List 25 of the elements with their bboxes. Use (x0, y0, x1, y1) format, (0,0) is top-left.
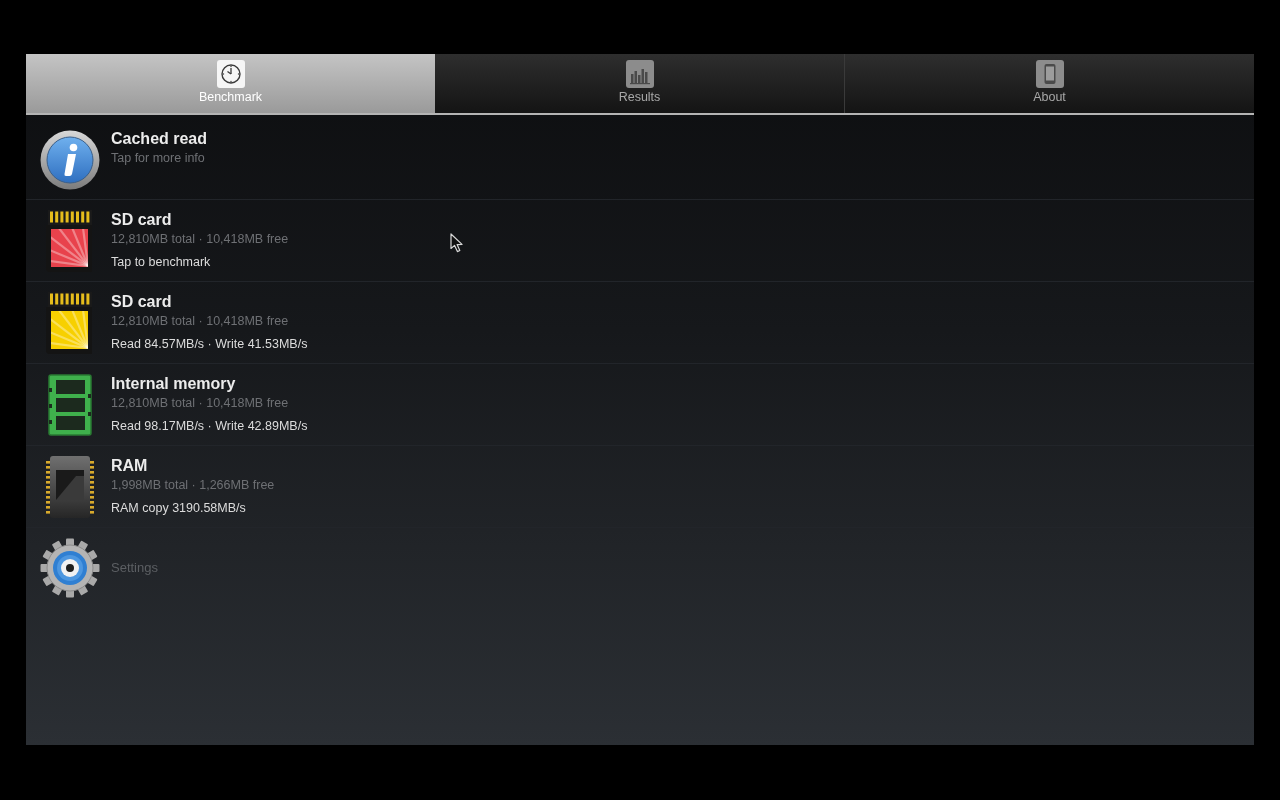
item-subtitle: Tap for more info (111, 150, 205, 167)
bar-chart-icon (625, 60, 654, 88)
item-title: RAM (111, 456, 148, 476)
phone-icon (1035, 60, 1064, 88)
item-title: Internal memory (111, 374, 236, 394)
memory-module-icon (48, 374, 92, 436)
item-status: Read 98.17MB/s · Write 42.89MB/s (111, 418, 308, 435)
item-title: SD card (111, 292, 172, 312)
gear-icon (40, 538, 100, 598)
tab[interactable]: About (844, 54, 1254, 113)
info-icon (40, 130, 100, 190)
item-status: Read 84.57MB/s · Write 41.53MB/s (111, 336, 308, 353)
item-subtitle: 12,810MB total · 10,418MB free (111, 395, 289, 412)
item-subtitle: 12,810MB total · 10,418MB free (111, 313, 289, 330)
item-title: Cached read (111, 129, 208, 149)
tab[interactable]: Results (435, 54, 844, 113)
chip-icon (46, 456, 94, 518)
mouse-pointer-icon (450, 233, 464, 253)
item-subtitle: 12,810MB total · 10,418MB free (111, 231, 289, 248)
item-status: RAM copy 3190.58MB/s (111, 500, 246, 517)
item-status: Tap to benchmark (111, 254, 211, 271)
item-title: SD card (111, 210, 172, 230)
item-subtitle: 1,998MB total · 1,266MB free (111, 477, 275, 494)
item-title: Settings (111, 559, 158, 577)
clock-icon (216, 60, 245, 88)
